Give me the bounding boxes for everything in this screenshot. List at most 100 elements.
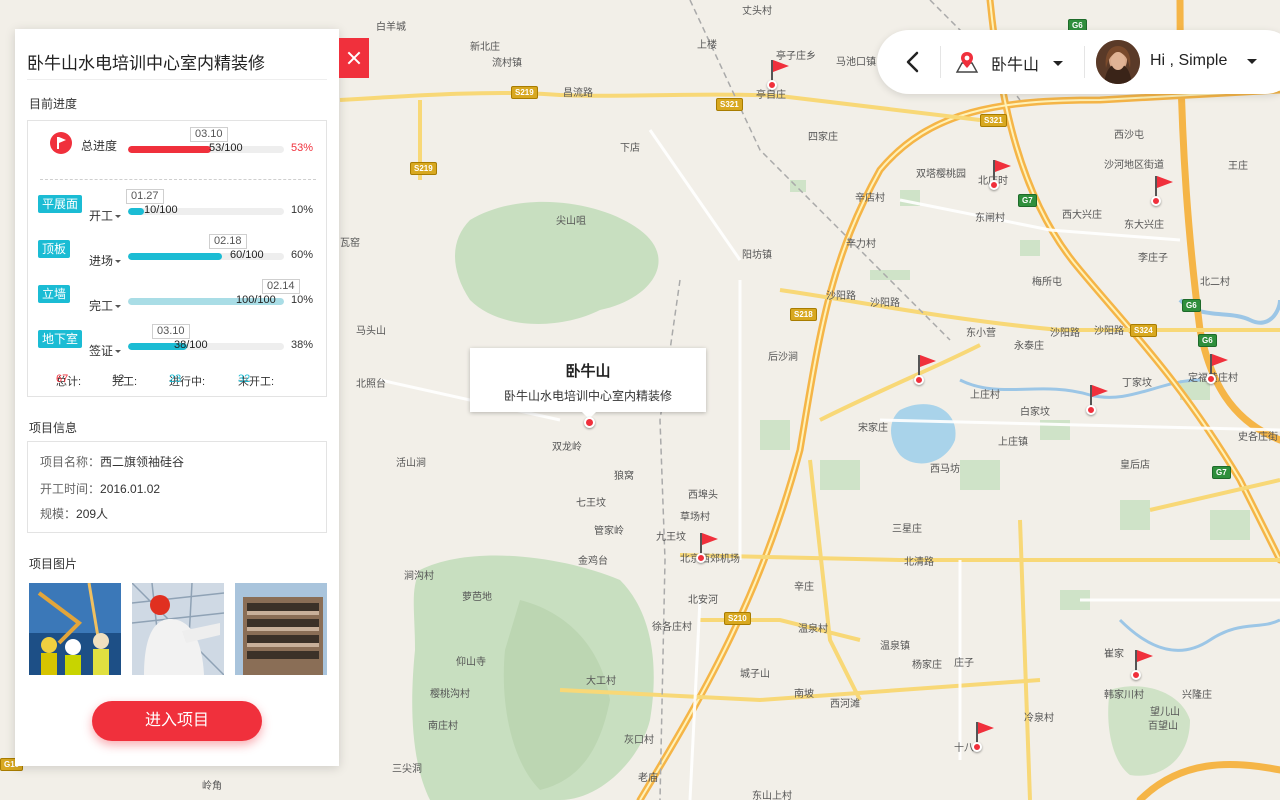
map-place-label: 梅所屯 bbox=[1032, 277, 1062, 288]
divider bbox=[27, 79, 327, 80]
map-place-label: 徐各庄村 bbox=[652, 622, 692, 633]
progress-percent: 10% bbox=[291, 204, 314, 216]
overall-progress-row: 总进度 03.10 53/100 53% bbox=[28, 127, 328, 157]
map-place-label: 上庄村 bbox=[970, 390, 1000, 401]
stage-label: 完工 bbox=[89, 299, 114, 313]
top-bar: 卧牛山 Hi , Simple bbox=[877, 30, 1280, 94]
popup-subtitle: 卧牛山水电培训中心室内精装修 bbox=[503, 389, 672, 403]
map-place-label: 尖山咀 bbox=[556, 216, 586, 227]
info-scale-value: 209人 bbox=[76, 507, 109, 521]
progress-fill bbox=[128, 146, 211, 153]
map-place-label: 下店 bbox=[620, 143, 640, 154]
map-place-label: 辛庄 bbox=[794, 582, 814, 593]
total-count: 67 bbox=[56, 373, 69, 385]
map-place-label: 崔家 bbox=[1104, 649, 1124, 660]
project-photo[interactable] bbox=[235, 583, 327, 675]
project-info-box: 项目名称：西二旗领袖硅谷 开工时间：2016.01.02 规模：209人 bbox=[27, 441, 327, 533]
project-flag-marker[interactable] bbox=[1086, 383, 1112, 417]
map-place-label: 双龙岭 bbox=[552, 442, 582, 453]
map-place-label: 北二村 bbox=[1200, 277, 1230, 288]
project-flag-marker[interactable] bbox=[989, 158, 1015, 192]
progress-date: 03.10 bbox=[190, 127, 228, 142]
category-tag: 立墙 bbox=[38, 285, 71, 303]
back-button[interactable] bbox=[901, 49, 927, 75]
map-place-label: 南庄村 bbox=[428, 721, 458, 732]
road-shield: S219 bbox=[511, 86, 538, 99]
map-place-label: 萝芭地 bbox=[462, 592, 492, 603]
chevron-down-icon bbox=[1247, 58, 1258, 64]
popup-title: 卧牛山 bbox=[565, 363, 611, 380]
caret-down-icon bbox=[115, 350, 122, 354]
map-place-label: 史各庄街 bbox=[1238, 432, 1278, 443]
stage-dropdown[interactable]: 完工 bbox=[89, 297, 122, 314]
category-tag: 顶板 bbox=[38, 240, 71, 258]
map-place-label: 马头山 bbox=[356, 326, 386, 337]
enter-project-button[interactable]: 进入项目 bbox=[92, 701, 262, 741]
road-shield: S321 bbox=[716, 98, 743, 111]
close-panel-button[interactable] bbox=[339, 38, 369, 78]
project-photo[interactable] bbox=[29, 583, 121, 675]
map-place-label: 丁家坟 bbox=[1122, 378, 1152, 389]
notstarted-count: 32 bbox=[238, 373, 251, 385]
map-place-label: 李庄子 bbox=[1138, 253, 1168, 264]
project-photo[interactable] bbox=[132, 583, 224, 675]
map-place-label: 九王坟 bbox=[656, 532, 686, 543]
project-flag-marker[interactable] bbox=[914, 353, 940, 387]
progress-percent: 53% bbox=[291, 142, 314, 154]
project-flag-marker[interactable] bbox=[972, 720, 998, 754]
map-place-label: 宋家庄 bbox=[858, 423, 888, 434]
project-flag-marker[interactable] bbox=[1151, 174, 1177, 208]
progress-value: 10/100 bbox=[144, 204, 178, 216]
road-shield: S321 bbox=[980, 114, 1007, 127]
stage-dropdown[interactable]: 开工 bbox=[89, 207, 122, 224]
info-section-title: 项目信息 bbox=[29, 421, 78, 435]
map-place-label: 七王坟 bbox=[576, 498, 606, 509]
info-start-value: 2016.01.02 bbox=[100, 482, 161, 496]
road-shield: S324 bbox=[1130, 324, 1157, 337]
progress-section-title: 目前进度 bbox=[29, 97, 78, 111]
selected-location-marker[interactable] bbox=[584, 417, 595, 428]
ongoing-count: 23 bbox=[169, 373, 182, 385]
flag-icon bbox=[50, 132, 72, 154]
map-place-label: 北安河 bbox=[688, 595, 718, 606]
map-place-label: 三尖洞 bbox=[392, 764, 422, 775]
map-place-label: 城子山 bbox=[740, 669, 770, 680]
road-shield: G6 bbox=[1182, 299, 1201, 312]
user-greeting: Hi , Simple bbox=[1150, 52, 1228, 69]
info-start-row: 开工时间：2016.01.02 bbox=[40, 480, 160, 497]
project-flag-marker[interactable] bbox=[767, 58, 793, 92]
divider bbox=[40, 179, 316, 180]
map-place-label: 白家坟 bbox=[1020, 407, 1050, 418]
map-place-label: 辛店村 bbox=[855, 193, 885, 204]
project-flag-marker[interactable] bbox=[1206, 352, 1232, 386]
map-place-label: 草场村 bbox=[680, 512, 710, 523]
map-place-label: 温泉村 bbox=[798, 624, 828, 635]
caret-down-icon bbox=[115, 215, 122, 219]
avatar[interactable] bbox=[1096, 40, 1140, 84]
map-place-label: 十八 bbox=[954, 743, 974, 754]
map-place-label: 丈头村 bbox=[742, 6, 772, 17]
progress-date: 03.10 bbox=[152, 324, 190, 339]
stage-dropdown[interactable]: 进场 bbox=[89, 252, 122, 269]
map-place-label: 活山涧 bbox=[396, 458, 426, 469]
user-menu[interactable]: Hi , Simple bbox=[1150, 52, 1258, 70]
map-place-label: 金鸡台 bbox=[578, 556, 608, 567]
map-place-label: 岭角 bbox=[202, 781, 222, 792]
map-place-label: 温泉镇 bbox=[880, 641, 910, 652]
progress-value: 100/100 bbox=[236, 294, 276, 306]
map-place-label: 王庄 bbox=[1228, 161, 1248, 172]
project-panel: 卧牛山水电培训中心室内精装修 目前进度 总进度 03.10 53/100 53%… bbox=[15, 29, 339, 766]
progress-row: 地下室 签证 03.10 38/100 38% bbox=[28, 324, 328, 358]
project-flag-marker[interactable] bbox=[1131, 648, 1157, 682]
location-selector[interactable]: 卧牛山 bbox=[955, 50, 1064, 76]
map-popup[interactable]: 卧牛山 卧牛山水电培训中心室内精装修 bbox=[470, 348, 706, 419]
project-flag-marker[interactable] bbox=[696, 531, 722, 565]
progress-percent: 10% bbox=[291, 294, 314, 306]
stage-dropdown[interactable]: 签证 bbox=[89, 342, 122, 359]
divider bbox=[1084, 46, 1085, 78]
category-tag: 地下室 bbox=[38, 330, 83, 348]
map-place-label: 瓦窑 bbox=[340, 238, 360, 249]
map-place-label: 沙阳路 bbox=[1050, 328, 1080, 339]
map-place-label: 大工村 bbox=[586, 676, 616, 687]
progress-fill bbox=[128, 253, 222, 260]
